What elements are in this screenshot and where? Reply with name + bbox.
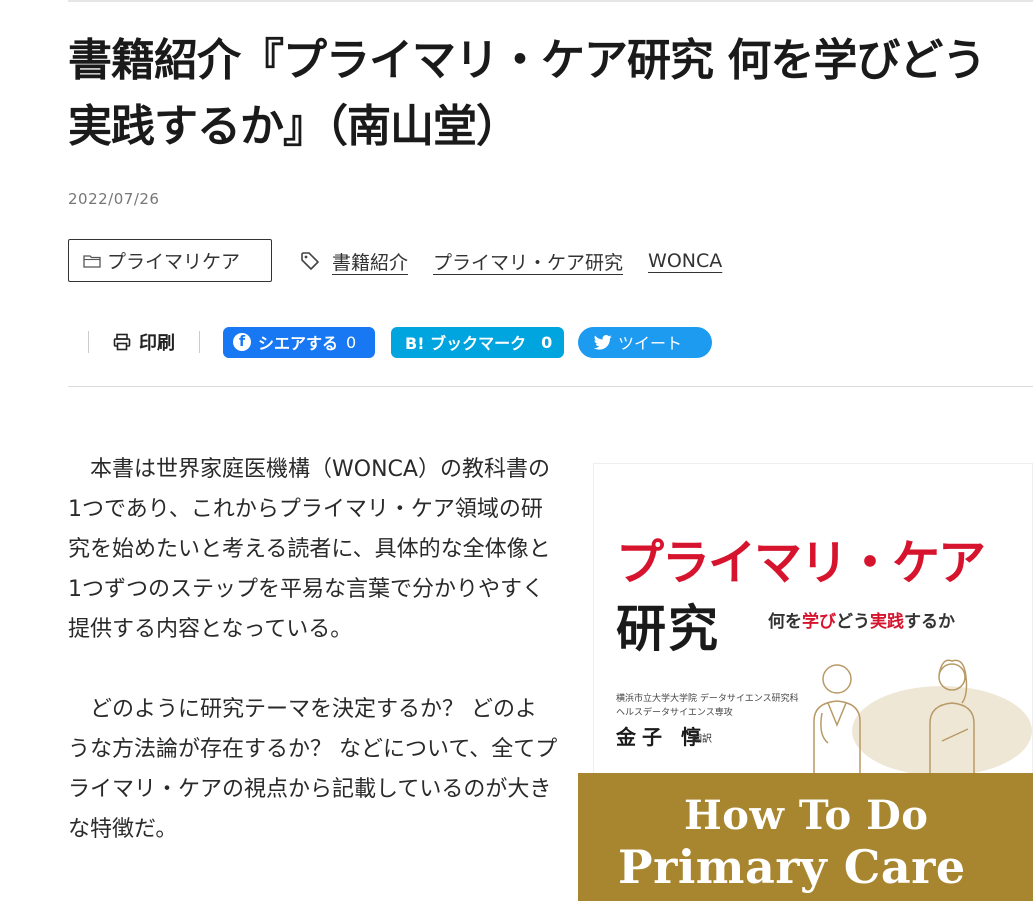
share-bar: 印刷 f シエアする 0 B! ブックマーク 0 ツイート	[88, 325, 712, 359]
separator	[199, 331, 200, 353]
facebook-icon: f	[233, 333, 251, 351]
twitter-bird-icon	[594, 334, 612, 350]
tag-icon	[301, 252, 319, 270]
cover-band-line-1: How To Do	[684, 792, 929, 839]
cover-band-line-2: Primary Care	[618, 840, 966, 894]
article-body: 本書は世界家庭医機構（WONCA）の教科書の1つであり、これからプライマリ・ケア…	[68, 450, 558, 890]
separator	[88, 331, 89, 353]
doctors-illustration	[813, 659, 1032, 779]
tag-link-wonca[interactable]: WONCA	[648, 250, 722, 272]
print-label: 印刷	[139, 333, 175, 354]
facebook-share-button[interactable]: f シエアする 0	[223, 326, 375, 358]
category-link[interactable]: プライマリケア	[68, 239, 272, 282]
tag-link-primary-care-research[interactable]: プライマリ・ケア研究	[433, 248, 623, 275]
cover-title: プライマリ・ケア	[616, 535, 986, 591]
printer-icon	[113, 333, 131, 351]
facebook-share-label: シエアする	[258, 334, 339, 353]
tag-list: 書籍紹介 プライマリ・ケア研究 WONCA	[300, 246, 747, 276]
publish-date: 2022/07/26	[68, 190, 160, 208]
cover-title-2: 研究	[616, 600, 720, 658]
cover-subtitle: 何を学びどう実践するか	[768, 612, 955, 632]
tweet-button[interactable]: ツイート	[578, 326, 712, 358]
top-rule	[68, 0, 1033, 2]
print-button[interactable]: 印刷	[113, 329, 175, 355]
tag-link-book-review[interactable]: 書籍紹介	[332, 248, 408, 275]
hatena-bookmark-button[interactable]: B! ブックマーク 0	[391, 326, 564, 358]
page-title: 書籍紹介『プライマリ・ケア研究 何を学びどう実践するか』（南山堂）	[68, 35, 986, 152]
book-cover-image: プライマリ・ケア 研究 何を学びどう実践するか 横浜市立大学大学院 データサイエ…	[578, 455, 1033, 901]
folder-icon	[83, 254, 101, 268]
category-label: プライマリケア	[107, 251, 241, 273]
hatena-bookmark-label: B! ブックマーク	[405, 334, 527, 353]
cover-affiliation: 横浜市立大学大学院 データサイエンス研究科	[616, 694, 799, 704]
body-paragraph: どのように研究テーマを決定するか？ どのような方法論が存在するか？ などについて…	[68, 697, 558, 842]
body-paragraph: 本書は世界家庭医機構（WONCA）の教科書の1つであり、これからプライマリ・ケア…	[68, 457, 551, 642]
tweet-label: ツイート	[618, 334, 683, 353]
cover-affiliation-2: ヘルスデータサイエンス専攻	[616, 708, 733, 718]
cover-translator-role: 翻訳	[692, 734, 712, 745]
content-divider	[68, 386, 1033, 387]
facebook-share-count: 0	[346, 332, 357, 352]
hatena-bookmark-count: 0	[541, 332, 553, 352]
